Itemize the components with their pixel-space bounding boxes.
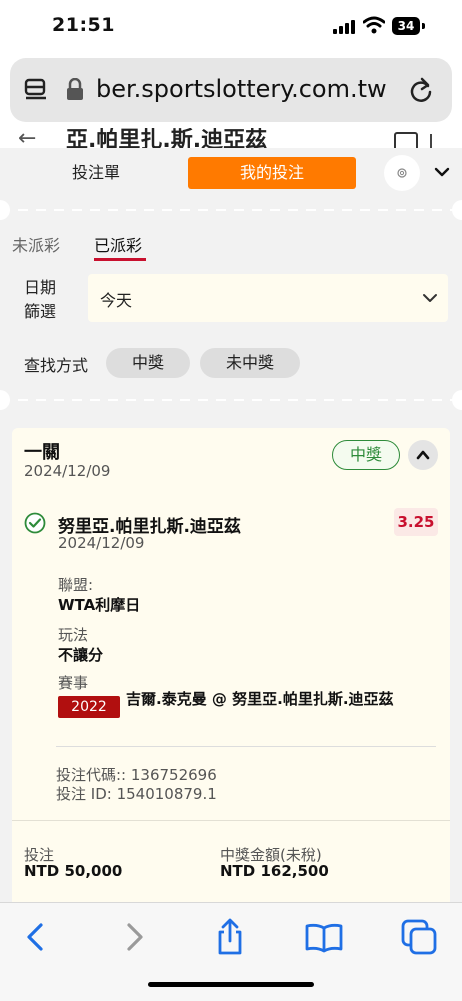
background-page-header: ← 亞.帕里扎.斯.迪亞茲 — [0, 128, 462, 150]
gear-icon — [397, 168, 407, 178]
stake-value: NTD 50,000 — [24, 862, 123, 880]
payout-value: NTD 162,500 — [220, 862, 329, 880]
chevron-down-icon — [423, 294, 437, 302]
bet-id: 投注 ID: 154010879.1 — [56, 785, 217, 803]
market-label: 玩法 — [58, 626, 89, 644]
settings-button[interactable] — [384, 155, 420, 191]
home-indicator — [148, 982, 314, 987]
selection-date: 2024/12/09 — [58, 534, 145, 552]
league-label: 聯盟: — [58, 576, 94, 594]
event-label: 賽事 — [58, 674, 89, 692]
bet-card: 一關 2024/12/09 中獎 努里亞.帕里扎斯.迪亞茲 3.25 2024/… — [12, 428, 450, 902]
event-name: 吉爾.泰克曼 @ 努里亞.帕里扎斯.迪亞茲 — [126, 690, 394, 708]
cellular-signal-icon — [333, 20, 355, 34]
date-filter-value: 今天 — [100, 291, 133, 310]
divider — [56, 746, 436, 747]
subtab-unsettled[interactable]: 未派彩 — [12, 232, 60, 256]
bet-slip-sheet: 投注單 我的投注 未派彩 已派彩 日期篩選 今天 查找方式 中獎 未中獎 一關 … — [0, 148, 462, 902]
market-value: 不讓分 — [58, 646, 104, 664]
chevron-up-icon — [416, 450, 430, 460]
divider — [0, 209, 462, 211]
league-value: WTA利摩日 — [58, 596, 141, 614]
divider — [12, 820, 450, 821]
date-filter-select[interactable]: 今天 — [88, 274, 448, 322]
ticket-notch — [0, 200, 10, 220]
filter-chip-lost[interactable]: 未中獎 — [200, 348, 300, 378]
tab-bet-slip[interactable]: 投注單 — [36, 158, 156, 188]
address-bar[interactable]: ber.sportslottery.com.tw — [10, 58, 452, 122]
active-subtab-indicator — [94, 258, 146, 261]
status-time: 21:51 — [52, 14, 115, 36]
lock-icon — [67, 78, 83, 100]
chevron-down-icon[interactable] — [432, 162, 452, 182]
card-collapse-button[interactable] — [408, 440, 438, 470]
battery-icon: 34 — [392, 17, 426, 35]
background-page-title: 亞.帕里扎.斯.迪亞茲 — [66, 128, 268, 151]
ticket-notch — [452, 390, 462, 410]
odds-badge: 3.25 — [394, 508, 438, 536]
url-text[interactable]: ber.sportslottery.com.tw — [96, 75, 387, 103]
bet-date: 2024/12/09 — [24, 462, 111, 480]
bet-code: 投注代碼:: 136752696 — [56, 766, 217, 784]
result-badge: 中獎 — [332, 440, 400, 470]
share-icon[interactable] — [210, 917, 250, 957]
ticket-notch — [0, 390, 10, 410]
filter-chip-won[interactable]: 中獎 — [106, 348, 190, 378]
date-filter-label: 日期篩選 — [24, 278, 57, 321]
tab-my-bets[interactable]: 我的投注 — [188, 157, 356, 189]
bet-type: 一關 — [24, 442, 60, 463]
reader-mode-icon[interactable] — [24, 78, 48, 102]
reload-icon[interactable] — [408, 76, 434, 104]
back-icon[interactable] — [16, 917, 56, 957]
ticket-notch — [452, 200, 462, 220]
wifi-icon — [363, 16, 385, 34]
tabs-icon[interactable] — [400, 917, 440, 957]
battery-level: 34 — [392, 17, 420, 35]
forward-icon[interactable] — [114, 917, 154, 957]
back-arrow-icon[interactable]: ← — [18, 128, 36, 150]
status-bar: 21:51 34 — [0, 0, 462, 54]
event-year-badge: 2022 — [58, 696, 120, 718]
divider — [0, 399, 462, 401]
check-circle-icon — [24, 512, 46, 534]
bookmarks-icon[interactable] — [304, 917, 344, 957]
subtab-settled[interactable]: 已派彩 — [94, 232, 142, 256]
search-by-label: 查找方式 — [24, 356, 89, 375]
